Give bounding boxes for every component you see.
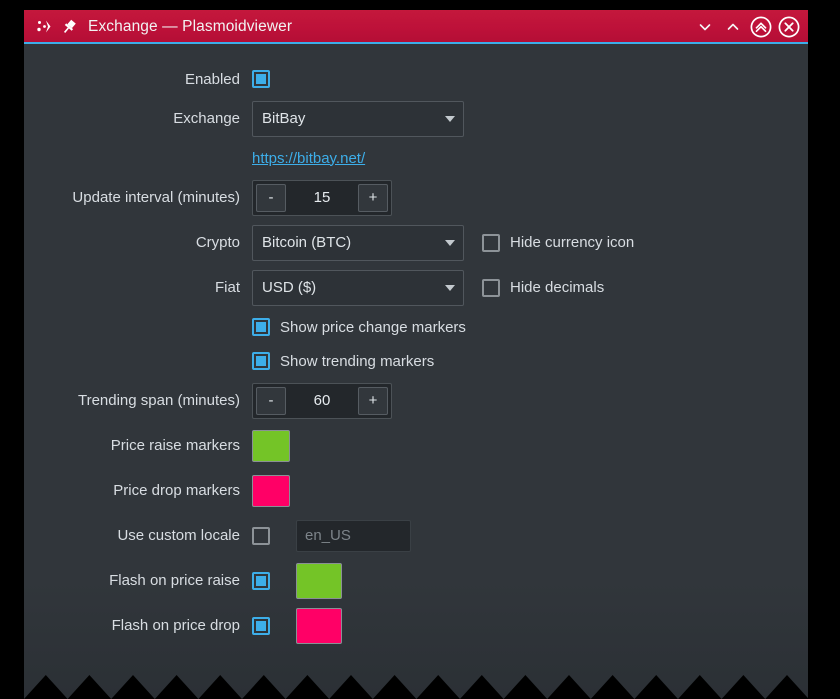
row-price-raise-markers: Price raise markers	[24, 423, 808, 468]
row-exchange: Exchange BitBay	[24, 96, 808, 141]
minimize-button[interactable]	[692, 14, 718, 40]
flash-on-price-raise-checkbox[interactable]	[252, 571, 270, 590]
update-interval-spinbox[interactable]: - 15 +	[252, 179, 392, 216]
hide-decimals-label: Hide decimals	[510, 279, 605, 296]
fiat-combobox[interactable]: USD ($)	[252, 269, 464, 306]
row-show-price-change-markers: Show price change markers	[24, 310, 808, 344]
crypto-value: Bitcoin (BTC)	[262, 234, 352, 251]
hide-decimals-checkbox[interactable]	[482, 278, 500, 297]
flash-on-price-drop-color-swatch[interactable]	[296, 607, 342, 644]
exchange-label: Exchange	[173, 110, 240, 127]
price-drop-markers-label: Price drop markers	[113, 482, 240, 499]
fiat-value: USD ($)	[262, 279, 317, 296]
plasma-logo-icon	[34, 17, 54, 37]
hide-currency-icon-label: Hide currency icon	[510, 234, 635, 251]
row-flash-on-price-drop: Flash on price drop	[24, 603, 808, 648]
fiat-label: Fiat	[214, 279, 240, 296]
price-drop-markers-color-swatch[interactable]	[252, 474, 290, 507]
trending-span-increment-button[interactable]: +	[358, 386, 388, 415]
show-price-change-markers-checkbox[interactable]	[252, 318, 270, 336]
price-raise-markers-label: Price raise markers	[110, 437, 240, 454]
double-chevron-up-circle-icon	[750, 16, 772, 38]
chevron-down-icon	[445, 239, 455, 246]
settings-form: Enabled Exchange BitBay https://bitbay.n…	[24, 62, 808, 648]
window-controls	[692, 14, 802, 40]
trending-span-label: Trending span (minutes)	[77, 392, 240, 409]
maximize-button[interactable]	[720, 14, 746, 40]
application-window: Exchange — Plasmoidviewer Enabled Exchan…	[24, 10, 808, 699]
torn-edge-decoration	[24, 675, 808, 699]
custom-locale-placeholder: en_US	[305, 527, 351, 544]
flash-on-price-raise-color-swatch[interactable]	[296, 562, 342, 599]
use-custom-locale-checkbox[interactable]	[252, 526, 270, 545]
show-trending-markers-label: Show trending markers	[280, 352, 435, 370]
row-crypto: Crypto Bitcoin (BTC) Hide currency icon	[24, 220, 808, 265]
row-enabled: Enabled	[24, 62, 808, 96]
chevron-down-icon	[445, 284, 455, 291]
update-interval-decrement-button[interactable]: -	[256, 183, 286, 212]
row-show-trending-markers: Show trending markers	[24, 344, 808, 378]
row-trending-span: Trending span (minutes) - 60 +	[24, 378, 808, 423]
show-price-change-markers-label: Show price change markers	[280, 318, 466, 336]
close-circle-icon	[778, 16, 800, 38]
trending-span-value[interactable]: 60	[286, 392, 358, 409]
price-raise-markers-color-swatch[interactable]	[252, 429, 290, 462]
settings-panel: Enabled Exchange BitBay https://bitbay.n…	[24, 44, 808, 699]
flash-on-price-raise-label: Flash on price raise	[109, 572, 240, 589]
crypto-combobox[interactable]: Bitcoin (BTC)	[252, 224, 464, 261]
title-bar[interactable]: Exchange — Plasmoidviewer	[24, 10, 808, 44]
pin-icon[interactable]	[60, 18, 78, 36]
keep-above-button[interactable]	[748, 14, 774, 40]
exchange-combobox[interactable]: BitBay	[252, 100, 464, 137]
show-trending-markers-checkbox[interactable]	[252, 352, 270, 370]
enabled-label: Enabled	[184, 70, 240, 88]
close-button[interactable]	[776, 14, 802, 40]
flash-on-price-drop-checkbox[interactable]	[252, 616, 270, 635]
hide-currency-icon-checkbox[interactable]	[482, 233, 500, 252]
row-flash-on-price-raise: Flash on price raise	[24, 558, 808, 603]
use-custom-locale-label: Use custom locale	[117, 527, 240, 544]
custom-locale-input[interactable]: en_US	[296, 519, 411, 552]
update-interval-value[interactable]: 15	[286, 189, 358, 206]
row-update-interval: Update interval (minutes) - 15 +	[24, 175, 808, 220]
row-price-drop-markers: Price drop markers	[24, 468, 808, 513]
screen: Exchange — Plasmoidviewer Enabled Exchan…	[0, 0, 840, 699]
trending-span-spinbox[interactable]: - 60 +	[252, 382, 392, 419]
crypto-label: Crypto	[195, 234, 240, 251]
row-use-custom-locale: Use custom locale en_US	[24, 513, 808, 558]
row-fiat: Fiat USD ($) Hide decimals	[24, 265, 808, 310]
update-interval-label: Update interval (minutes)	[72, 189, 240, 206]
chevron-up-icon	[727, 23, 739, 30]
trending-span-decrement-button[interactable]: -	[256, 386, 286, 415]
exchange-url-link[interactable]: https://bitbay.net/	[252, 150, 365, 167]
row-exchange-url: https://bitbay.net/	[24, 141, 808, 175]
chevron-down-icon	[445, 115, 455, 122]
flash-on-price-drop-label: Flash on price drop	[111, 617, 240, 634]
exchange-value: BitBay	[262, 110, 306, 127]
chevron-down-icon	[699, 24, 711, 31]
update-interval-increment-button[interactable]: +	[358, 183, 388, 212]
window-title: Exchange — Plasmoidviewer	[88, 18, 293, 35]
enabled-checkbox[interactable]	[252, 70, 270, 88]
